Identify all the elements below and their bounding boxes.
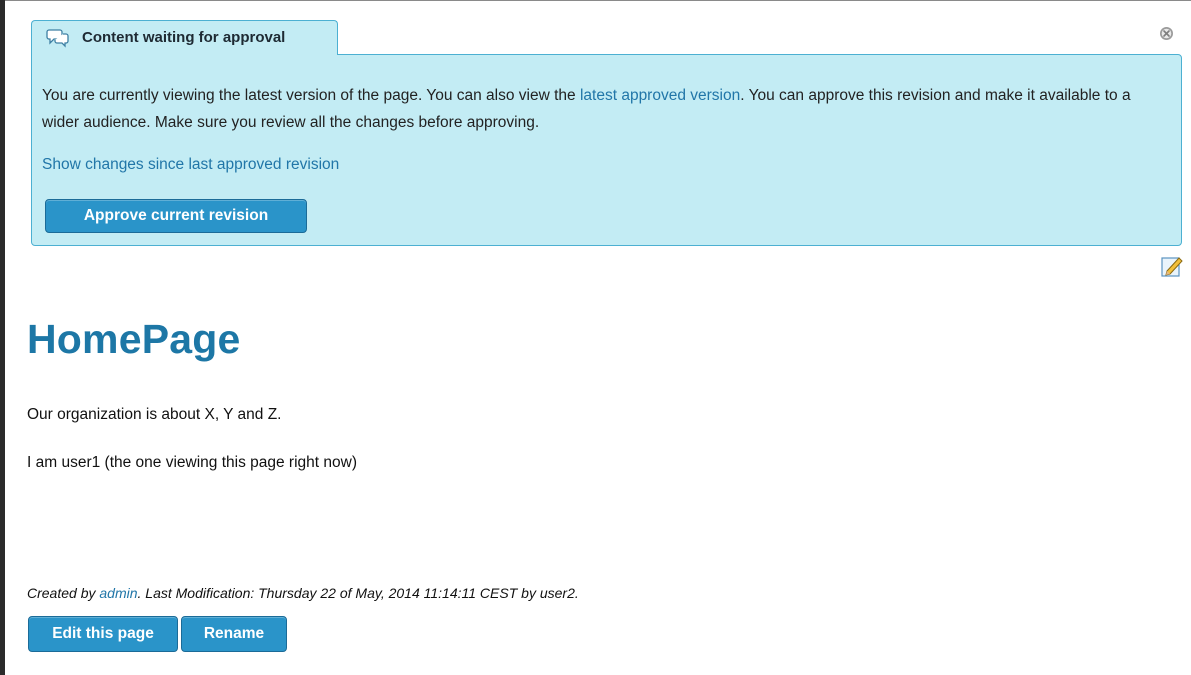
edit-pencil-icon[interactable] (1160, 254, 1184, 278)
window-top-border (0, 0, 1191, 1)
author-link[interactable]: admin (99, 585, 137, 601)
close-icon[interactable] (1159, 26, 1174, 41)
page-paragraph: Our organization is about X, Y and Z. (27, 406, 282, 423)
show-changes-link[interactable]: Show changes since last approved revisio… (42, 156, 339, 174)
latest-approved-version-link[interactable]: latest approved version (580, 87, 740, 104)
window-left-border (0, 0, 5, 675)
edit-page-button[interactable]: Edit this page (28, 616, 178, 652)
tab-joint (32, 53, 337, 56)
page-meta-info: Created by admin. Last Modification: Thu… (27, 585, 579, 601)
page-paragraph: I am user1 (the one viewing this page ri… (27, 454, 357, 471)
approval-text-part: You are currently viewing the latest ver… (42, 87, 580, 104)
meta-text: . Last Modification: Thursday 22 of May,… (137, 585, 579, 601)
meta-text: Created by (27, 585, 100, 601)
page-title: HomePage (27, 316, 241, 362)
approval-message: You are currently viewing the latest ver… (42, 82, 1162, 136)
rename-button[interactable]: Rename (181, 616, 287, 652)
approval-tab-title: Content waiting for approval (82, 29, 286, 46)
approve-revision-button[interactable]: Approve current revision (45, 199, 307, 233)
speech-bubbles-icon (46, 28, 70, 48)
approval-tab[interactable]: Content waiting for approval (31, 20, 338, 54)
